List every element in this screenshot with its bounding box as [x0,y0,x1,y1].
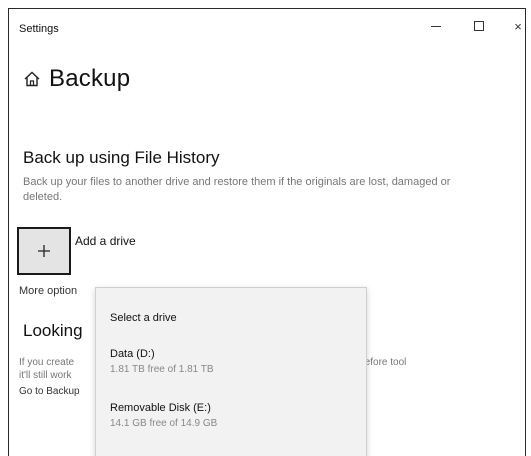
drive-free-space: 14.1 GB free of 14.9 GB [110,418,218,429]
home-icon [24,71,40,87]
close-icon: × [514,18,522,34]
settings-window: Settings × Backup Back up using File His… [8,8,526,456]
drive-option-data-d[interactable]: Data (D:) 1.81 TB free of 1.81 TB [96,342,366,386]
title-bar: Settings × [9,9,525,45]
add-drive-button[interactable]: Add a drive [17,227,136,275]
window-title: Settings [19,23,59,35]
drive-dropdown: Select a drive Data (D:) 1.81 TB free of… [95,287,367,456]
looking-text-line1: If you create [19,357,75,368]
minimize-icon [431,25,441,27]
page-header: Backup [23,65,130,93]
go-to-backup-link[interactable]: Go to Backup [19,386,80,397]
drive-name: Removable Disk (E:) [110,402,211,414]
maximize-icon [474,21,484,31]
drive-free-space: 1.81 TB free of 1.81 TB [110,364,214,375]
page-title: Backup [49,65,131,92]
maximize-button[interactable] [464,15,494,37]
add-drive-label: Add a drive [75,234,136,248]
looking-text-line2: it'll still work [19,370,72,381]
close-button[interactable]: × [503,15,525,37]
plus-icon [38,245,50,257]
minimize-button[interactable] [421,15,451,37]
file-history-description: Back up your files to another drive and … [23,176,451,203]
file-history-heading: Back up using File History [23,148,220,167]
more-options-link[interactable]: More option [19,285,77,297]
drive-name: Data (D:) [110,348,155,360]
add-drive-tile[interactable] [17,227,71,275]
drive-option-removable-e[interactable]: Removable Disk (E:) 14.1 GB free of 14.9… [96,396,366,440]
dropdown-header: Select a drive [110,312,177,324]
looking-heading: Looking [23,321,83,340]
